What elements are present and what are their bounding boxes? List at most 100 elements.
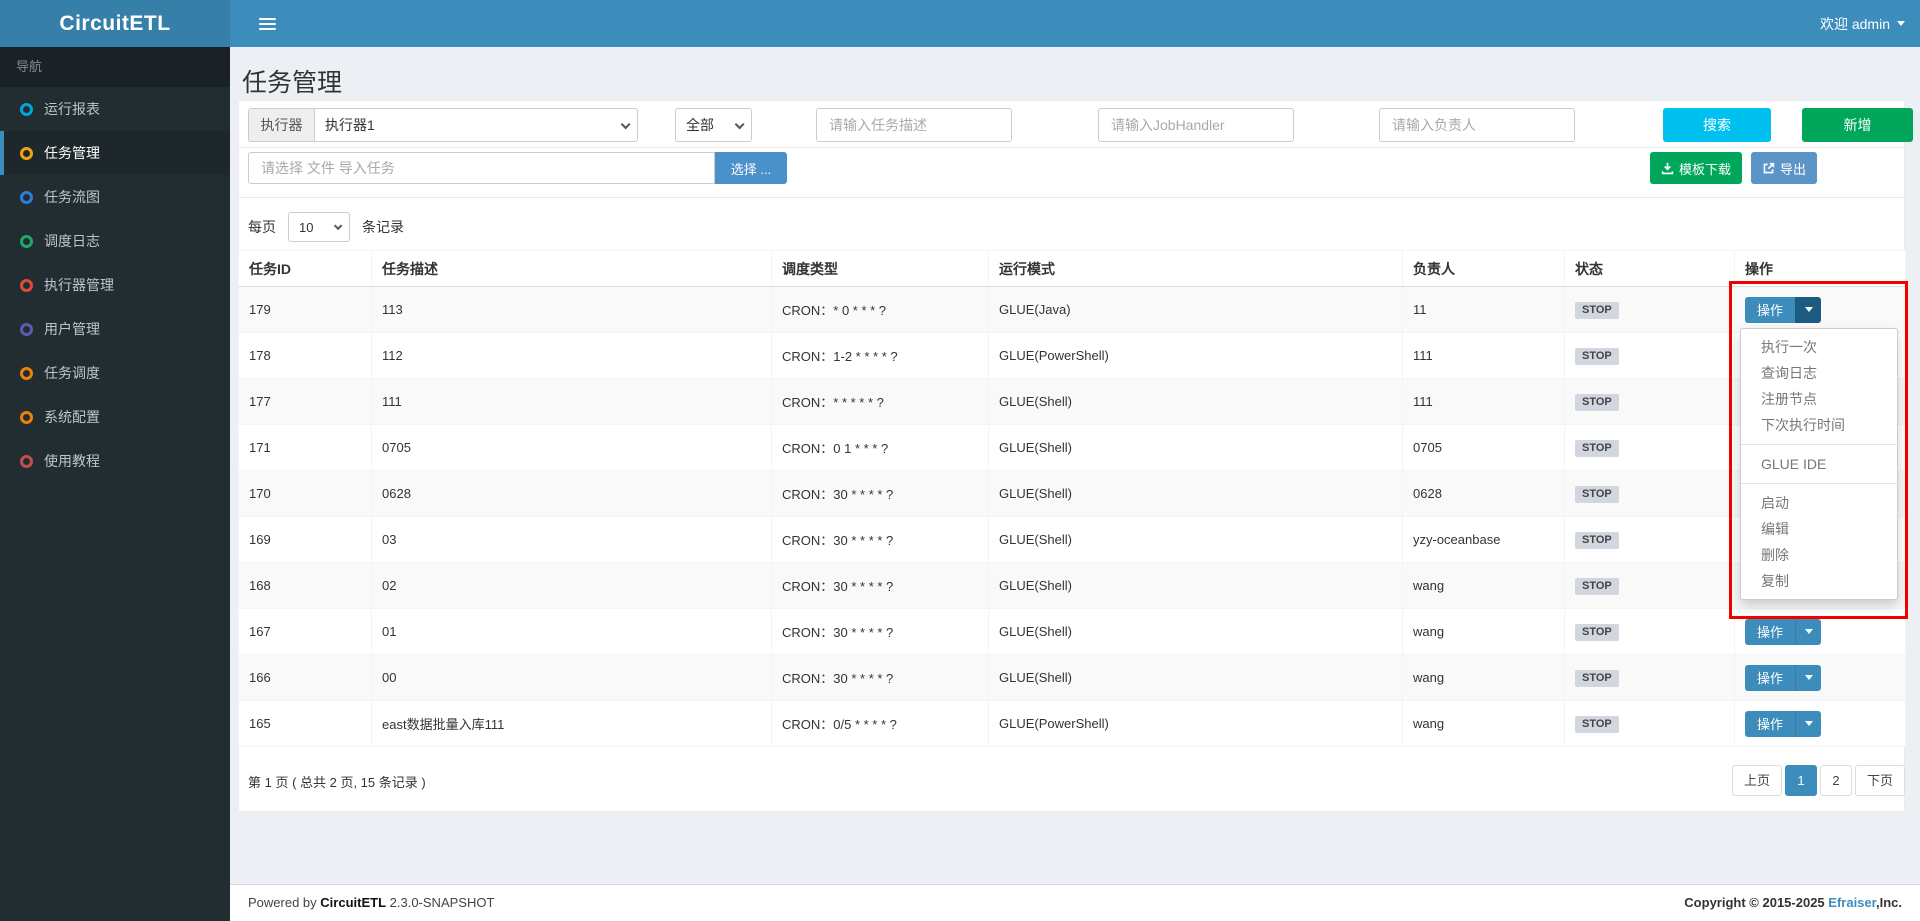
status-badge: STOP: [1575, 440, 1619, 457]
sidebar-item-任务管理[interactable]: 任务管理: [0, 131, 230, 175]
menu-item-注册节点[interactable]: 注册节点: [1741, 386, 1897, 412]
menu-item-GLUE IDE[interactable]: GLUE IDE: [1741, 451, 1897, 477]
table-row: 169 03 CRON：30 * * * * ? GLUE(Shell) yzy…: [239, 517, 1906, 563]
cell-run-mode: GLUE(Shell): [989, 563, 1403, 609]
cell-run-mode: GLUE(Shell): [989, 379, 1403, 425]
filter-row: 执行器 执行器1 全部 搜索 新增: [238, 105, 1905, 145]
cell-owner: 111: [1403, 333, 1565, 379]
cell-schedule-type: CRON：0/5 * * * * ?: [772, 701, 989, 747]
table-row: 179 113 CRON：* 0 * * * ? GLUE(Java) 11 S…: [239, 287, 1906, 333]
column-header: 负责人: [1403, 251, 1565, 287]
cell-schedule-type: CRON：0 1 * * * ?: [772, 425, 989, 471]
navbar: 欢迎 admin: [230, 0, 1920, 47]
company-link[interactable]: Efraiser: [1828, 895, 1876, 910]
column-header: 任务ID: [239, 251, 372, 287]
circle-icon: [20, 191, 33, 204]
page-button-下页[interactable]: 下页: [1855, 765, 1905, 796]
column-header: 操作: [1735, 251, 1906, 287]
action-caret-button[interactable]: [1795, 619, 1821, 645]
cell-task-id: 178: [239, 333, 372, 379]
sidebar-item-label: 任务流图: [44, 187, 100, 207]
cell-status: STOP: [1565, 379, 1735, 425]
export-button[interactable]: 导出: [1751, 152, 1817, 184]
top-header: CircuitETL 欢迎 admin: [0, 0, 1920, 47]
cell-status: STOP: [1565, 609, 1735, 655]
sidebar-item-调度日志[interactable]: 调度日志: [0, 219, 230, 263]
cell-status: STOP: [1565, 471, 1735, 517]
search-button[interactable]: 搜索: [1663, 108, 1771, 142]
row-action-button[interactable]: 操作: [1745, 619, 1821, 645]
cell-task-desc: 0705: [372, 425, 772, 471]
table-row: 168 02 CRON：30 * * * * ? GLUE(Shell) wan…: [239, 563, 1906, 609]
cell-task-desc: east数据批量入库111: [372, 701, 772, 747]
pagination-summary: 第 1 页 ( 总共 2 页, 15 条记录 ): [248, 772, 426, 791]
sidebar-item-label: 执行器管理: [44, 275, 114, 295]
chevron-down-icon: [621, 119, 631, 129]
row-action-button[interactable]: 操作: [1745, 665, 1821, 691]
sidebar-nav-label: 导航: [0, 47, 230, 87]
menu-item-下次执行时间[interactable]: 下次执行时间: [1741, 412, 1897, 438]
page-size-select[interactable]: 10: [288, 212, 350, 242]
table-row: 166 00 CRON：30 * * * * ? GLUE(Shell) wan…: [239, 655, 1906, 701]
file-input[interactable]: 请选择 文件 导入任务: [248, 152, 715, 184]
sidebar-item-运行报表[interactable]: 运行报表: [0, 87, 230, 131]
menu-divider: [1741, 444, 1897, 445]
owner-input[interactable]: [1379, 108, 1575, 142]
jobhandler-input[interactable]: [1098, 108, 1294, 142]
circle-icon: [20, 103, 33, 116]
user-menu[interactable]: 欢迎 admin: [1820, 0, 1905, 47]
sidebar-item-使用教程[interactable]: 使用教程: [0, 439, 230, 483]
sidebar-menu: 运行报表 任务管理 任务流图 调度日志 执行器管理 用户管理 任务调度 系统配置…: [0, 87, 230, 483]
cell-run-mode: GLUE(Java): [989, 287, 1403, 333]
page-size-suffix: 条记录: [362, 217, 404, 237]
page-button-上页[interactable]: 上页: [1732, 765, 1782, 796]
menu-item-查询日志[interactable]: 查询日志: [1741, 360, 1897, 386]
menu-item-删除[interactable]: 删除: [1741, 542, 1897, 568]
sidebar-item-label: 系统配置: [44, 407, 100, 427]
menu-item-执行一次[interactable]: 执行一次: [1741, 334, 1897, 360]
sidebar-item-系统配置[interactable]: 系统配置: [0, 395, 230, 439]
status-badge: STOP: [1575, 486, 1619, 503]
row-action-button[interactable]: 操作: [1745, 711, 1821, 737]
sidebar-toggle-button[interactable]: [245, 0, 290, 47]
sidebar-item-label: 任务调度: [44, 363, 100, 383]
divider: [238, 197, 1905, 198]
cell-task-desc: 03: [372, 517, 772, 563]
row-action-button[interactable]: 操作: [1745, 297, 1821, 323]
cell-task-desc: 0628: [372, 471, 772, 517]
sidebar-item-任务流图[interactable]: 任务流图: [0, 175, 230, 219]
table-header-row: 任务ID任务描述调度类型运行模式负责人状态操作: [239, 251, 1906, 287]
sidebar-item-用户管理[interactable]: 用户管理: [0, 307, 230, 351]
caret-down-icon: [1805, 629, 1813, 634]
cell-owner: 11: [1403, 287, 1565, 333]
executor-select[interactable]: 执行器1: [314, 108, 638, 142]
cell-task-id: 166: [239, 655, 372, 701]
app-logo[interactable]: CircuitETL: [0, 0, 230, 47]
action-caret-button[interactable]: [1795, 297, 1821, 323]
page-button-2[interactable]: 2: [1820, 765, 1852, 796]
cell-task-id: 169: [239, 517, 372, 563]
add-button[interactable]: 新增: [1802, 108, 1913, 142]
column-header: 调度类型: [772, 251, 989, 287]
menu-item-启动[interactable]: 启动: [1741, 490, 1897, 516]
action-caret-button[interactable]: [1795, 665, 1821, 691]
page-size-row: 每页 10 条记录: [238, 212, 404, 242]
sidebar-item-任务调度[interactable]: 任务调度: [0, 351, 230, 395]
page-title: 任务管理: [242, 63, 342, 99]
action-caret-button[interactable]: [1795, 711, 1821, 737]
status-filter-select[interactable]: 全部: [675, 108, 752, 142]
cell-run-mode: GLUE(Shell): [989, 517, 1403, 563]
cell-status: STOP: [1565, 655, 1735, 701]
cell-owner: yzy-oceanbase: [1403, 517, 1565, 563]
task-desc-input[interactable]: [816, 108, 1012, 142]
sidebar-item-执行器管理[interactable]: 执行器管理: [0, 263, 230, 307]
page-button-1[interactable]: 1: [1785, 765, 1817, 796]
template-download-button[interactable]: 模板下载: [1650, 152, 1742, 184]
menu-item-编辑[interactable]: 编辑: [1741, 516, 1897, 542]
hamburger-icon: [259, 18, 276, 20]
menu-item-复制[interactable]: 复制: [1741, 568, 1897, 594]
choose-file-button[interactable]: 选择 ...: [715, 152, 787, 184]
table-row: 165 east数据批量入库111 CRON：0/5 * * * * ? GLU…: [239, 701, 1906, 747]
circle-icon: [20, 147, 33, 160]
cell-schedule-type: CRON：30 * * * * ?: [772, 609, 989, 655]
